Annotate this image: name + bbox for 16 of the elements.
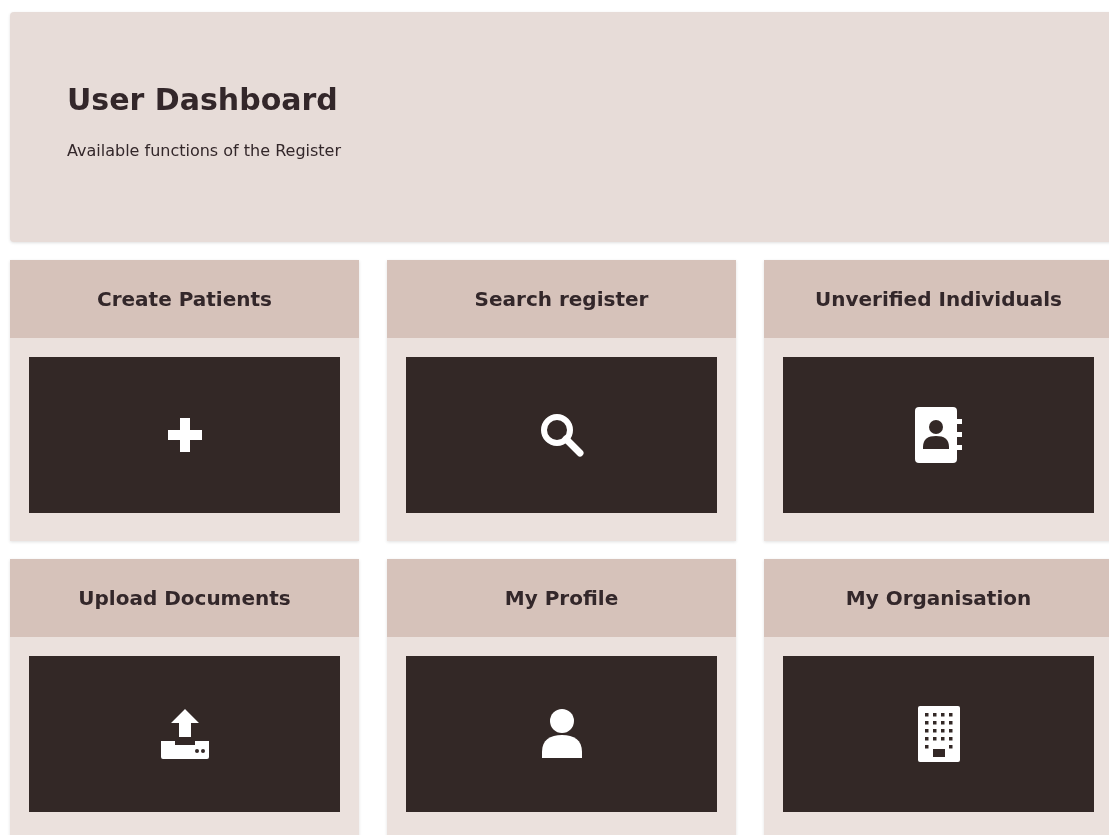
- function-tile-button[interactable]: [783, 656, 1094, 812]
- card-title: Upload Documents: [10, 559, 359, 637]
- user-icon: [539, 708, 584, 760]
- page-subtitle: Available functions of the Register: [67, 141, 342, 160]
- function-tile-button[interactable]: [29, 357, 340, 513]
- card-title: Search register: [387, 260, 736, 338]
- card-title: Unverified Individuals: [764, 260, 1109, 338]
- card-title: Create Patients: [10, 260, 359, 338]
- card-title: My Organisation: [764, 559, 1109, 637]
- function-tile-button[interactable]: [406, 357, 717, 513]
- building-icon: [915, 704, 962, 764]
- function-tile-button[interactable]: [406, 656, 717, 812]
- function-tile-button[interactable]: [29, 656, 340, 812]
- card-title: My Profile: [387, 559, 736, 637]
- page-title: User Dashboard: [67, 82, 339, 117]
- function-tile-button[interactable]: [783, 357, 1094, 513]
